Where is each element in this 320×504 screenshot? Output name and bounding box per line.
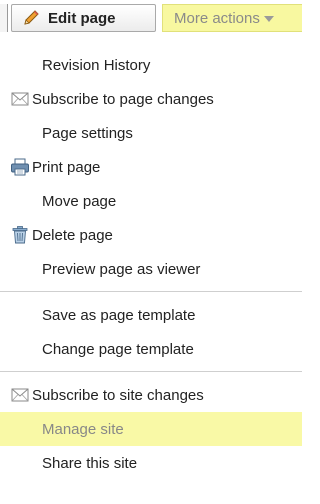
chevron-down-icon [263, 16, 274, 22]
edit-page-label: Edit page [48, 9, 116, 27]
menu-item-manage-site[interactable]: Manage site [0, 412, 302, 446]
toolbar-left-edge [0, 4, 8, 32]
menu-item-subscribe-to-site-changes[interactable]: Subscribe to site changes [0, 378, 302, 412]
menu-item-label: Subscribe to site changes [32, 386, 204, 404]
menu-item-label: Print page [32, 158, 101, 176]
menu-item-preview-page-as-viewer[interactable]: Preview page as viewer [0, 252, 302, 286]
pencil-icon [22, 9, 40, 27]
page: Edit page More actions Revision History S… [0, 0, 302, 504]
menu-separator [0, 291, 302, 292]
menu-item-label: Page settings [42, 124, 133, 142]
more-actions-button[interactable]: More actions [162, 4, 302, 32]
envelope-icon [10, 90, 30, 108]
menu-item-print-page[interactable]: Print page [0, 150, 302, 184]
menu-item-label: Delete page [32, 226, 113, 244]
menu-item-label: Move page [42, 192, 117, 210]
page-toolbar: Edit page More actions [0, 0, 302, 38]
trash-icon [10, 226, 30, 244]
envelope-icon [10, 386, 30, 404]
menu-item-revision-history[interactable]: Revision History [0, 48, 302, 82]
menu-item-label: Revision History [42, 56, 151, 74]
printer-icon [10, 158, 30, 176]
menu-item-label: Preview page as viewer [42, 260, 201, 278]
menu-item-page-settings[interactable]: Page settings [0, 116, 302, 150]
menu-separator [0, 371, 302, 372]
menu-item-move-page[interactable]: Move page [0, 184, 302, 218]
menu-item-change-page-template[interactable]: Change page template [0, 332, 302, 366]
menu-item-save-as-page-template[interactable]: Save as page template [0, 298, 302, 332]
menu-item-label: Save as page template [42, 306, 196, 324]
menu-item-label: Subscribe to page changes [32, 90, 214, 108]
menu-item-label: Manage site [42, 420, 124, 438]
more-actions-menu: Revision History Subscribe to page change… [0, 48, 302, 480]
menu-item-subscribe-to-page-changes[interactable]: Subscribe to page changes [0, 82, 302, 116]
menu-item-label: Share this site [42, 454, 138, 472]
menu-item-delete-page[interactable]: Delete page [0, 218, 302, 252]
menu-item-share-this-site[interactable]: Share this site [0, 446, 302, 480]
menu-item-label: Change page template [42, 340, 194, 358]
more-actions-label: More actions [174, 9, 260, 27]
edit-page-button[interactable]: Edit page [11, 4, 156, 32]
